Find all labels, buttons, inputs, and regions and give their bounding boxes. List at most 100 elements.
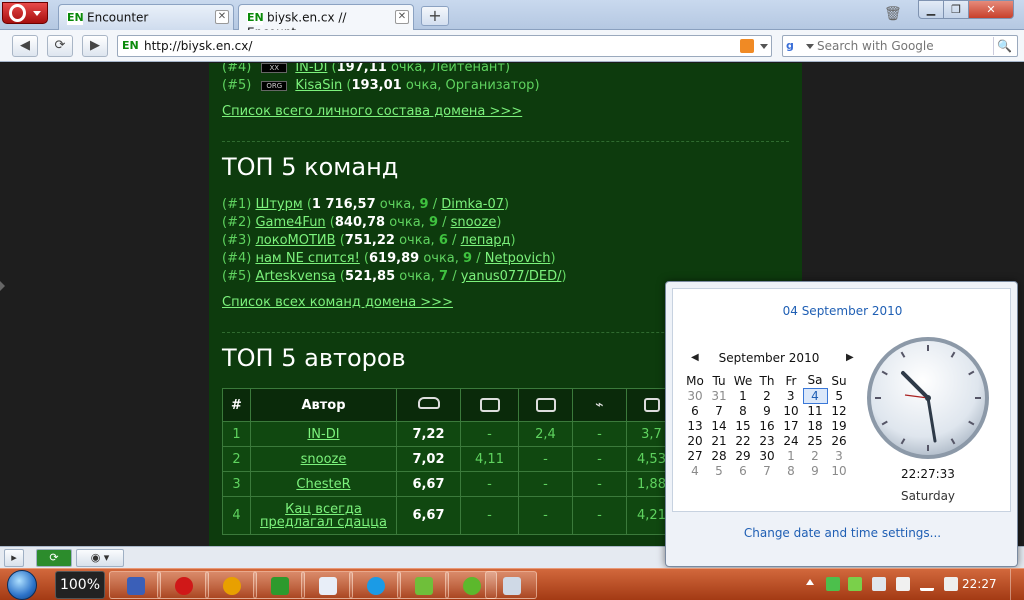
day-cell-today[interactable]: 4: [802, 387, 828, 404]
day-cell[interactable]: 1: [779, 448, 803, 463]
trash-icon[interactable]: 🗑: [884, 6, 902, 24]
current-date-link[interactable]: 04 September 2010: [673, 304, 1012, 318]
taskbar-app-word[interactable]: [301, 571, 353, 599]
author-link[interactable]: ChesteR: [296, 477, 350, 492]
taskbar-clock[interactable]: 22:27: [962, 577, 997, 591]
change-date-time-settings-link[interactable]: Change date and time settings...: [666, 526, 1019, 540]
day-cell[interactable]: 28: [707, 448, 731, 463]
taskbar-app-skype[interactable]: [349, 571, 401, 599]
day-cell[interactable]: 24: [779, 433, 803, 448]
day-cell[interactable]: 13: [683, 418, 707, 433]
team-link[interactable]: нам NE спится!: [255, 251, 359, 266]
day-cell[interactable]: 6: [731, 463, 755, 478]
author-link[interactable]: IN-DI: [307, 427, 339, 442]
month-title[interactable]: September 2010: [695, 351, 843, 365]
day-cell[interactable]: 8: [731, 403, 755, 418]
day-cell[interactable]: 3: [779, 388, 803, 403]
captain-link[interactable]: Netpovich: [485, 251, 551, 266]
day-cell[interactable]: 10: [779, 403, 803, 418]
day-cell[interactable]: 9: [755, 403, 779, 418]
close-tab-icon[interactable]: ✕: [215, 10, 229, 24]
taskbar-app-green[interactable]: [253, 571, 305, 599]
day-cell[interactable]: 15: [731, 418, 755, 433]
all-players-link[interactable]: Список всего личного состава домена >>>: [222, 104, 522, 119]
day-cell[interactable]: 27: [683, 448, 707, 463]
captain-link[interactable]: лепард: [461, 233, 511, 248]
zoom-indicator[interactable]: 100%: [55, 571, 105, 599]
volume-icon[interactable]: [944, 577, 958, 591]
device-icon[interactable]: [896, 577, 910, 591]
turbo-button[interactable]: ⟳: [36, 549, 72, 567]
opera-menu-button[interactable]: [2, 2, 48, 24]
language-flag-icon[interactable]: [872, 577, 886, 591]
sidebar-toggle-icon[interactable]: [0, 281, 5, 291]
team-link[interactable]: Game4Fun: [255, 215, 325, 230]
chevron-down-icon[interactable]: [760, 44, 768, 49]
tab-biysk[interactable]: ENbiysk.en.cx // Encount… ✕: [238, 4, 414, 39]
taskbar-app-tool[interactable]: [397, 571, 449, 599]
taskbar-app-window[interactable]: [485, 571, 537, 599]
day-cell[interactable]: 30: [755, 448, 779, 463]
team-link[interactable]: Штурм: [255, 197, 302, 212]
captain-link[interactable]: Dimka-07: [441, 197, 504, 212]
day-cell[interactable]: 25: [803, 433, 827, 448]
day-cell[interactable]: 11: [803, 403, 827, 418]
back-button[interactable]: ◀: [12, 35, 38, 57]
day-cell[interactable]: 17: [779, 418, 803, 433]
tab-encounter[interactable]: EN Encounter ✕: [58, 4, 234, 30]
check-icon[interactable]: [826, 577, 840, 591]
author-link[interactable]: Кац всегда предлагал сдацца: [260, 502, 387, 530]
day-cell[interactable]: 8: [779, 463, 803, 478]
day-cell[interactable]: 6: [683, 403, 707, 418]
panel-toggle-button[interactable]: ▸: [4, 549, 24, 567]
search-box[interactable]: g 🔍: [782, 35, 1018, 57]
day-cell[interactable]: 3: [827, 448, 851, 463]
minimize-button[interactable]: ▁: [918, 0, 944, 19]
taskbar-app-save[interactable]: [109, 571, 161, 599]
day-cell[interactable]: 5: [827, 388, 851, 403]
day-cell[interactable]: 14: [707, 418, 731, 433]
day-cell[interactable]: 5: [707, 463, 731, 478]
day-cell[interactable]: 7: [707, 403, 731, 418]
google-icon[interactable]: g: [786, 39, 802, 54]
address-bar[interactable]: EN http://biysk.en.cx/: [117, 35, 772, 57]
search-go-icon[interactable]: 🔍: [993, 37, 1015, 55]
signal-icon[interactable]: [920, 577, 934, 591]
day-cell[interactable]: 4: [683, 463, 707, 478]
rss-feed-icon[interactable]: [740, 39, 754, 53]
day-cell[interactable]: 30: [683, 388, 707, 403]
player-link[interactable]: KisaSin: [295, 78, 342, 93]
taskbar-app-aimp[interactable]: [205, 571, 257, 599]
day-cell[interactable]: 31: [707, 388, 731, 403]
day-cell[interactable]: 26: [827, 433, 851, 448]
team-link[interactable]: Arteskvensa: [255, 269, 335, 284]
day-cell[interactable]: 20: [683, 433, 707, 448]
author-link[interactable]: snooze: [301, 452, 347, 467]
chevron-down-icon[interactable]: [806, 44, 814, 49]
day-cell[interactable]: 16: [755, 418, 779, 433]
day-cell[interactable]: 7: [755, 463, 779, 478]
day-cell[interactable]: 21: [707, 433, 731, 448]
day-cell[interactable]: 2: [803, 448, 827, 463]
reload-button[interactable]: ⟳: [47, 35, 73, 57]
day-cell[interactable]: 9: [803, 463, 827, 478]
utorrent-tray-icon[interactable]: [848, 577, 862, 591]
day-cell[interactable]: 12: [827, 403, 851, 418]
team-link[interactable]: локоМОТИВ: [255, 233, 335, 248]
day-cell[interactable]: 2: [755, 388, 779, 403]
maximize-button[interactable]: ❐: [943, 0, 969, 19]
day-cell[interactable]: 19: [827, 418, 851, 433]
day-cell[interactable]: 18: [803, 418, 827, 433]
day-cell[interactable]: 29: [731, 448, 755, 463]
captain-link[interactable]: yanus077/DED/: [461, 269, 562, 284]
forward-button[interactable]: ▶: [82, 35, 108, 57]
all-teams-link[interactable]: Список всех команд домена >>>: [222, 295, 453, 310]
day-cell[interactable]: 23: [755, 433, 779, 448]
show-desktop-button[interactable]: [1010, 569, 1024, 600]
day-cell[interactable]: 1: [731, 388, 755, 403]
taskbar-app-opera[interactable]: [157, 571, 209, 599]
start-button[interactable]: [4, 569, 44, 600]
search-input[interactable]: [817, 38, 987, 54]
day-cell[interactable]: 10: [827, 463, 851, 478]
captain-link[interactable]: snooze: [451, 215, 497, 230]
